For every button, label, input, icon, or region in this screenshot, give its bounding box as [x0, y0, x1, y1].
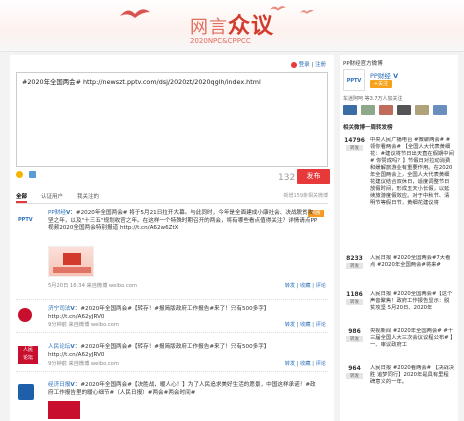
follower-stats: 车迷阿呵 等3.7万人加关注 [343, 96, 403, 102]
verified-icon: V [70, 382, 75, 388]
banner-subtitle: 2020NPC&CPPCC [190, 37, 251, 45]
tab-all[interactable]: 全部 [16, 192, 28, 203]
post-item: 人民 论坛 人民论坛V：#2020年全国两会#【转存！#报简版政府工作报告#来了！… [16, 344, 328, 372]
rank-item[interactable]: 央视新闻 #2020年全国两会# #十三届全国人大三次会议议程公布# 】一、审议… [370, 328, 454, 356]
avatar[interactable] [415, 105, 429, 115]
rank-count: 964 转发 [343, 365, 366, 379]
compose-text: #2020年全国两会# http://newszt.pptv.com/dsj/2… [22, 78, 261, 86]
ranking-title: 相关微博一周转发榜 [343, 125, 393, 131]
follow-button[interactable]: +关注 [370, 80, 392, 88]
account-avatar[interactable]: PPTV [343, 69, 365, 91]
post-item: PPTV 热搜 PP财经V：#2020年全国两会# 将于5月21日拉开大幕。与此… [16, 210, 328, 300]
follower-avatars [343, 105, 447, 115]
avatar[interactable] [18, 384, 34, 400]
sidebar: PP财经官方微博 PPTV PP财经 V +关注 车迷阿呵 等3.7万人加关注 … [340, 55, 458, 421]
account-title: PP财经官方微博 [343, 61, 383, 67]
post-actions: 转发 | 收藏 | 评论 [284, 283, 326, 289]
avatar[interactable] [343, 105, 357, 115]
char-counter: 132 [278, 173, 296, 183]
avatar[interactable]: PPTV [18, 212, 34, 228]
new-posts-hint[interactable]: 新增159条相关微博 [283, 192, 328, 199]
post-text: #2020年全国两会# 将于5月21日拉开大幕。与此同时，今年是全面建成小康社会… [48, 210, 318, 231]
comment-link[interactable]: 评论 [316, 322, 326, 328]
post-actions: 转发 | 收藏 | 评论 [284, 322, 326, 328]
avatar[interactable] [361, 105, 375, 115]
rank-item[interactable]: 中央人民广播电台 #微聊两会# #领你看两会# 【全国人大代表黄细花：#建议将节… [370, 137, 454, 245]
post-image[interactable] [48, 246, 94, 277]
bird-icon [300, 9, 314, 14]
publish-button[interactable]: 发布 [297, 169, 330, 184]
register-link[interactable]: 注册 [315, 62, 326, 68]
verified-icon: V [390, 72, 399, 80]
post-item: 济宁司法V：#2020年全国两会#【转存！#报简版政府工作报告#来了！只有500… [16, 306, 328, 333]
avatar[interactable] [18, 308, 32, 322]
favorite-link[interactable]: 收藏 [300, 322, 310, 328]
login-link[interactable]: 登录 [299, 62, 310, 68]
post-image[interactable] [48, 401, 80, 419]
weibo-icon [290, 61, 297, 68]
rank-count: 1186 转发 [346, 291, 363, 305]
emoji-icon[interactable] [16, 171, 23, 178]
post-item: 经济日报V：#2020年全国两会#【决胜战，暖人心！】为了人民追求美好生活的愿景… [16, 382, 328, 421]
avatar[interactable] [397, 105, 411, 115]
post-meta: 5月20日 16:34 来自微博 weibo.com [48, 283, 137, 289]
compose-tools [16, 171, 36, 178]
feed-tabs: 全部 认证用户 我关注的 [16, 192, 328, 204]
account-name[interactable]: PP财经 V [370, 70, 398, 80]
tab-following[interactable]: 我关注的 [77, 192, 99, 203]
rank-item[interactable]: 人民日报 #2020全国两会#【这个声音聚焦！政府工作报告显示：脱贫攻坚 5月2… [370, 291, 454, 319]
post-author[interactable]: 人民论坛 [48, 344, 70, 350]
post-author[interactable]: 济宁司法 [48, 306, 70, 312]
verified-icon: V [70, 306, 75, 312]
rank-item[interactable]: 人民日报 #2020看两会# 【决战决胜 追梦同行】2020年是具有里程碑意义的… [370, 365, 454, 393]
post-meta: 9分钟前 来自微博 weibo.com [48, 361, 119, 367]
comment-link[interactable]: 评论 [316, 361, 326, 367]
favorite-link[interactable]: 收藏 [300, 361, 310, 367]
login-bar: 登录 | 注册 [290, 60, 326, 68]
rank-count: 8233 转发 [346, 255, 363, 269]
post-text: #2020年全国两会#【决胜战，暖人心！】为了人民追求美好生活的愿景，中国这样承… [48, 382, 316, 396]
avatar[interactable]: 人民 论坛 [18, 346, 38, 364]
forward-link[interactable]: 转发 [285, 283, 295, 289]
post-meta: 9分钟前 来自微博 weibo.com [48, 322, 119, 328]
forward-link[interactable]: 转发 [285, 361, 295, 367]
page-banner: 网言众议 2020NPC&CPPCC [0, 0, 464, 52]
banner-title: 网言众议 [190, 14, 275, 39]
post-image-art [63, 253, 81, 265]
post-image-art [53, 267, 91, 273]
verified-icon: V [70, 344, 75, 350]
rank-count: 14796 转发 [344, 137, 365, 151]
post-text: #2020年全国两会#【转存！#报简版政府工作报告#来了！只有500多字】htt… [48, 344, 270, 358]
post-actions: 转发 | 收藏 | 评论 [284, 361, 326, 367]
compose-textarea[interactable]: #2020年全国两会# http://newszt.pptv.com/dsj/2… [16, 72, 328, 167]
forward-link[interactable]: 转发 [285, 322, 295, 328]
post-author[interactable]: 经济日报 [48, 382, 70, 388]
verified-icon: V [65, 210, 71, 216]
main-panel: 登录 | 注册 #2020年全国两会# http://newszt.pptv.c… [10, 55, 334, 421]
avatar[interactable] [433, 105, 447, 115]
post-author[interactable]: PP财经 [48, 210, 66, 216]
tab-verified[interactable]: 认证用户 [41, 192, 63, 203]
rank-item[interactable]: 人民日报 #2020全国两会#7大看点 #2020年全国两会#将来# [370, 255, 454, 283]
post-text: #2020年全国两会#【转存！#报简版政府工作报告#来了！只有500多字】htt… [48, 306, 270, 320]
rank-count: 986 转发 [343, 328, 366, 342]
image-icon[interactable] [29, 171, 36, 178]
bird-icon [120, 9, 150, 18]
comment-link[interactable]: 评论 [316, 283, 326, 289]
favorite-link[interactable]: 收藏 [300, 283, 310, 289]
avatar[interactable] [379, 105, 393, 115]
